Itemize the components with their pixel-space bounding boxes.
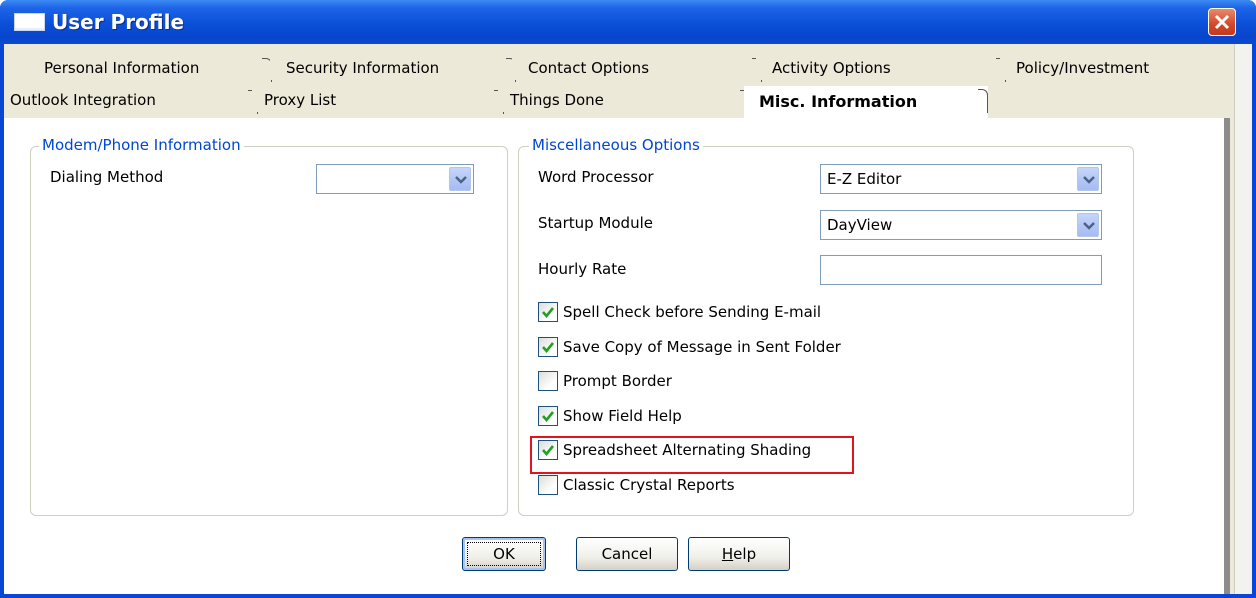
misc-group-legend: Miscellaneous Options xyxy=(529,136,703,154)
tab-outlook-integration[interactable]: Outlook Integration xyxy=(4,88,258,114)
dialing-method-select[interactable] xyxy=(316,164,474,194)
dropdown-button[interactable] xyxy=(1077,167,1099,191)
checkbox[interactable] xyxy=(538,302,558,322)
checkbox-row[interactable]: Prompt Border xyxy=(538,371,672,391)
hourly-rate-input[interactable] xyxy=(820,255,1102,285)
dropdown-button[interactable] xyxy=(1077,213,1099,237)
checkbox-label: Spell Check before Sending E-mail xyxy=(563,303,822,321)
tab-label: Activity Options xyxy=(772,59,891,77)
focus-ring xyxy=(467,542,541,566)
tab-contact-options[interactable]: Contact Options xyxy=(512,56,762,82)
checkbox[interactable] xyxy=(538,475,558,495)
ok-button[interactable]: OK xyxy=(462,537,546,571)
tab-label: Security Information xyxy=(286,59,440,77)
word-processor-label: Word Processor xyxy=(538,168,654,186)
checkbox-label: Show Field Help xyxy=(563,407,682,425)
panel-shadow xyxy=(1224,118,1230,594)
tab-policy-investment[interactable]: Policy/Investment xyxy=(1000,56,1246,82)
chevron-down-icon xyxy=(1083,176,1095,184)
help-button[interactable]: Help xyxy=(688,537,790,571)
startup-module-value: DayView xyxy=(827,216,893,234)
tab-label: Things Done xyxy=(510,91,604,109)
checkbox-row[interactable]: Spell Check before Sending E-mail xyxy=(538,302,821,322)
tab-label: Contact Options xyxy=(528,59,650,77)
user-profile-window: User Profile Personal Information Securi… xyxy=(0,0,1256,598)
checkbox-row[interactable]: Save Copy of Message in Sent Folder xyxy=(538,337,841,357)
tab-activity-options[interactable]: Activity Options xyxy=(756,56,1006,82)
chevron-down-icon xyxy=(455,176,467,184)
close-icon xyxy=(1214,14,1230,30)
word-processor-value: E-Z Editor xyxy=(827,170,902,188)
startup-module-label: Startup Module xyxy=(538,214,653,232)
modem-phone-group: Modem/Phone Information xyxy=(30,136,508,516)
startup-module-select[interactable]: DayView xyxy=(820,210,1102,240)
window-title: User Profile xyxy=(52,10,185,34)
word-processor-select[interactable]: E-Z Editor xyxy=(820,164,1102,194)
close-button[interactable] xyxy=(1208,8,1236,36)
check-mark-icon xyxy=(542,342,555,354)
dialog-client-area: Personal Information Security Informatio… xyxy=(4,44,1252,594)
tab-label: Proxy List xyxy=(264,91,337,109)
dialing-method-label: Dialing Method xyxy=(50,168,164,186)
tab-label: Outlook Integration xyxy=(10,91,156,109)
help-mnemonic: H xyxy=(721,545,734,563)
tab-personal-information[interactable]: Personal Information xyxy=(28,56,272,82)
checkbox[interactable] xyxy=(538,406,558,426)
title-bar[interactable]: User Profile xyxy=(0,0,1256,44)
checkbox-row[interactable]: Show Field Help xyxy=(538,406,682,426)
checkbox[interactable] xyxy=(538,371,558,391)
help-label: elp xyxy=(733,545,757,563)
hourly-rate-label: Hourly Rate xyxy=(538,260,627,278)
modem-group-legend: Modem/Phone Information xyxy=(39,136,244,154)
tab-label: Personal Information xyxy=(44,59,200,77)
check-mark-icon xyxy=(542,307,555,319)
tab-security-information[interactable]: Security Information xyxy=(270,56,516,82)
cancel-button[interactable]: Cancel xyxy=(576,537,678,571)
checkbox-label: Classic Crystal Reports xyxy=(563,476,735,494)
cancel-label: Cancel xyxy=(601,545,653,563)
checkbox[interactable] xyxy=(538,337,558,357)
highlight-box xyxy=(530,436,854,474)
checkbox-label: Prompt Border xyxy=(563,372,672,390)
tab-things-done[interactable]: Things Done xyxy=(498,88,750,114)
checkbox-row[interactable]: Classic Crystal Reports xyxy=(538,475,735,495)
window-icon xyxy=(14,13,45,31)
right-strip xyxy=(1234,44,1252,594)
tab-label: Policy/Investment xyxy=(1016,59,1150,77)
check-mark-icon xyxy=(542,411,555,423)
chevron-down-icon xyxy=(1083,222,1095,230)
dropdown-button[interactable] xyxy=(449,167,471,191)
tab-label: Misc. Information xyxy=(759,92,918,111)
tab-proxy-list[interactable]: Proxy List xyxy=(252,88,504,114)
checkbox-label: Save Copy of Message in Sent Folder xyxy=(563,338,841,356)
tab-misc-information[interactable]: Misc. Information xyxy=(744,86,988,118)
